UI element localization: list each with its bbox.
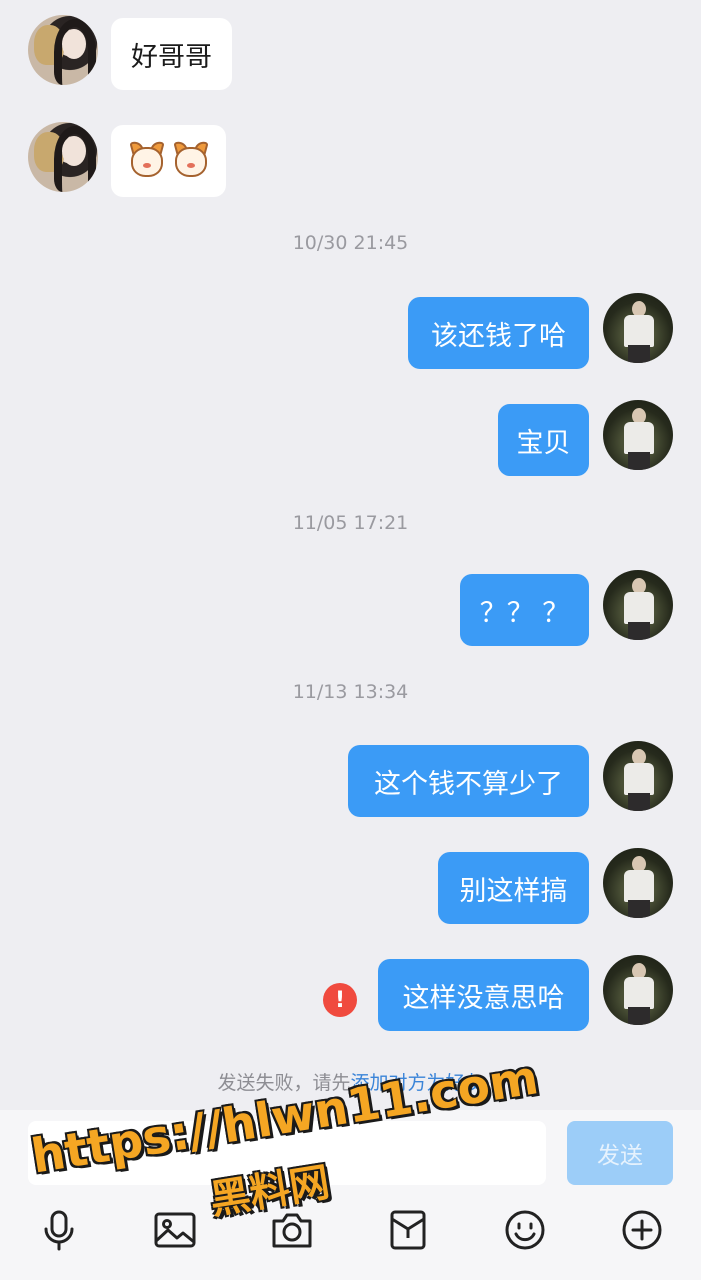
avatar-body: [624, 422, 654, 454]
send-failed-icon[interactable]: !: [323, 983, 357, 1017]
outgoing-message[interactable]: 这个钱不算少了: [348, 745, 589, 817]
incoming-message[interactable]: 好哥哥: [111, 18, 232, 90]
timestamp: 11/05 17:21: [292, 512, 409, 534]
self-avatar[interactable]: [603, 570, 673, 640]
outgoing-message[interactable]: 这样没意思哈: [378, 959, 589, 1031]
notice-text: 发送失败，请先: [217, 1072, 351, 1094]
send-failed-notice: 发送失败，请先添加对方为好友: [0, 1068, 701, 1095]
outgoing-message[interactable]: ？？ ？: [460, 574, 589, 646]
avatar-face: [62, 29, 86, 59]
smiley-icon[interactable]: [503, 1208, 547, 1252]
send-button[interactable]: 发送: [567, 1121, 673, 1185]
outgoing-message[interactable]: 宝贝: [498, 404, 589, 476]
camera-icon[interactable]: [270, 1208, 314, 1252]
envelope-icon[interactable]: [386, 1208, 430, 1252]
contact-avatar[interactable]: [28, 122, 98, 192]
timestamp: 11/13 13:34: [292, 681, 409, 703]
self-avatar[interactable]: [603, 293, 673, 363]
contact-avatar[interactable]: [28, 15, 98, 85]
avatar-legs: [628, 622, 650, 640]
avatar-legs: [628, 1007, 650, 1025]
image-icon[interactable]: [153, 1208, 197, 1252]
avatar-body: [624, 763, 654, 795]
plus-icon[interactable]: [620, 1208, 664, 1252]
incoming-emoji-message[interactable]: [111, 125, 226, 197]
avatar-legs: [628, 345, 650, 363]
cat-face-emoji: [171, 139, 211, 181]
avatar-body: [624, 592, 654, 624]
avatar-legs: [628, 452, 650, 470]
self-avatar[interactable]: [603, 955, 673, 1025]
self-avatar[interactable]: [603, 400, 673, 470]
outgoing-message[interactable]: 该还钱了哈: [408, 297, 589, 369]
avatar-body: [624, 315, 654, 347]
timestamp: 10/30 21:45: [292, 232, 409, 254]
avatar-legs: [628, 900, 650, 918]
avatar-body: [624, 870, 654, 902]
message-input[interactable]: [28, 1121, 546, 1185]
self-avatar[interactable]: [603, 741, 673, 811]
outgoing-message[interactable]: 别这样搞: [438, 852, 589, 924]
avatar-face: [62, 136, 86, 166]
avatar-legs: [628, 793, 650, 811]
avatar-body: [624, 977, 654, 1009]
add-friend-link[interactable]: 添加对方为好友: [351, 1072, 484, 1094]
cat-face-emoji: [127, 139, 167, 181]
mic-icon[interactable]: [37, 1208, 81, 1252]
self-avatar[interactable]: [603, 848, 673, 918]
